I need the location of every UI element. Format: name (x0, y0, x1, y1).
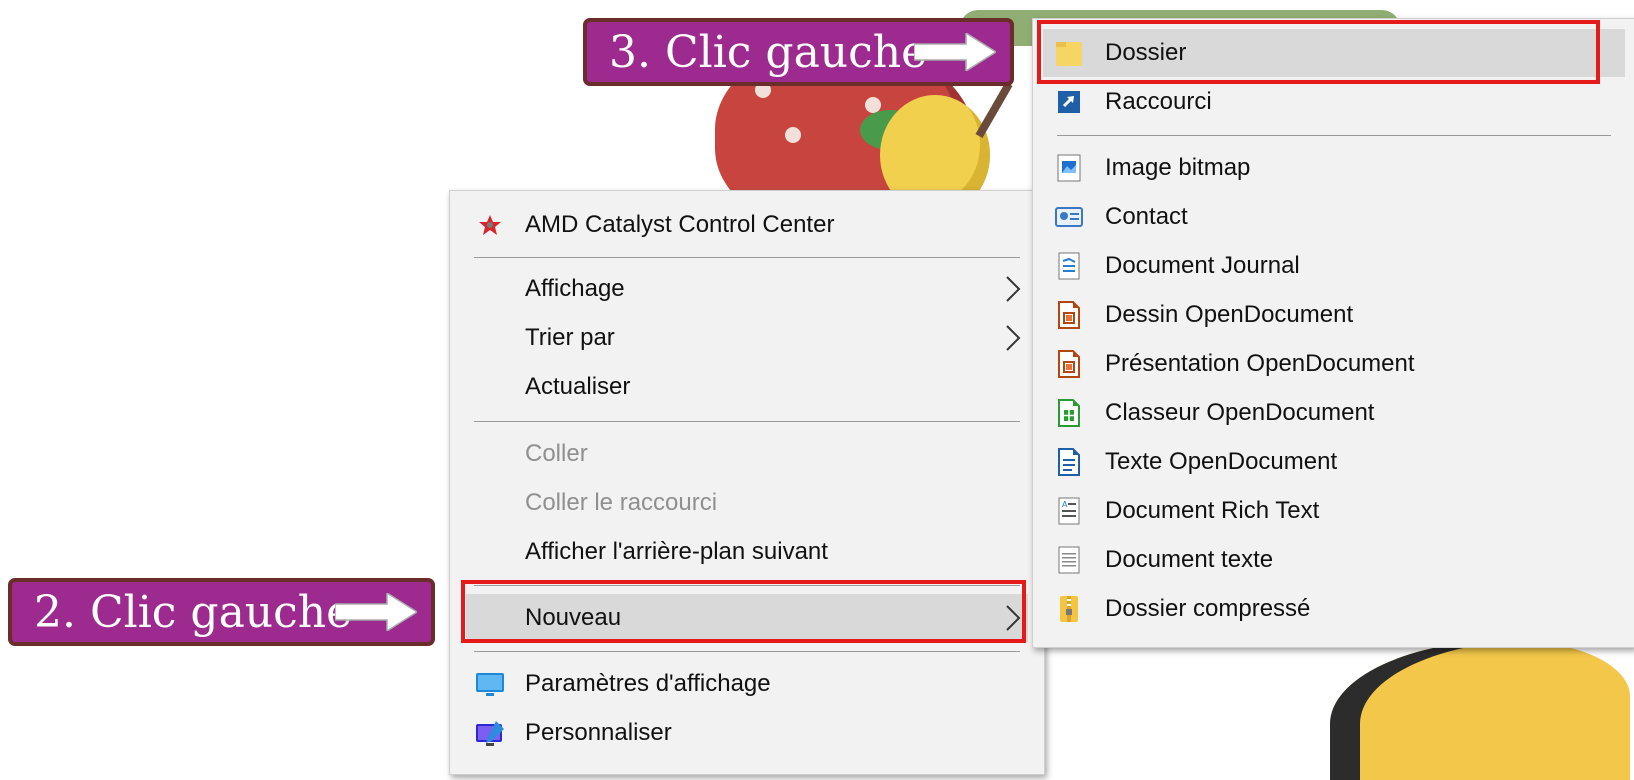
highlight-box-dossier (1037, 20, 1600, 84)
contact-card-icon (1055, 207, 1083, 227)
menu-item-label: Trier par (525, 324, 615, 351)
menu-separator (474, 421, 1020, 422)
submenu-item-document-texte[interactable]: Document texte (1033, 536, 1634, 584)
zip-folder-icon (1060, 596, 1078, 622)
bitmap-image-icon (1057, 154, 1081, 182)
wallpaper-penguin (1330, 640, 1630, 780)
menu-item-label: AMD Catalyst Control Center (525, 211, 835, 238)
menu-item-label: Document Rich Text (1105, 497, 1320, 524)
submenu-item-document-journal[interactable]: Document Journal (1033, 242, 1634, 290)
menu-item-coller: Coller (450, 430, 1044, 478)
callout-step3-label: 3. Clic gauche (609, 26, 928, 78)
highlight-box-nouveau (461, 580, 1026, 643)
menu-item-label: Coller le raccourci (525, 489, 718, 516)
menu-item-parametres-affichage[interactable]: Paramètres d'affichage (450, 660, 1044, 708)
callout-step2-label: 2. Clic gauche (34, 586, 353, 638)
chevron-right-icon (1006, 276, 1021, 302)
personalize-icon (476, 721, 504, 746)
submenu-item-classeur-opendocument[interactable]: Classeur OpenDocument (1033, 389, 1634, 437)
submenu-item-texte-opendocument[interactable]: Texte OpenDocument (1033, 438, 1634, 486)
opendocument-drawing-icon (1058, 301, 1080, 329)
journal-document-icon (1058, 252, 1080, 280)
menu-item-affichage[interactable]: Affichage (450, 265, 1044, 313)
menu-item-label: Dossier compressé (1105, 595, 1311, 622)
arrow-right-icon (914, 33, 996, 71)
menu-item-label: Personnaliser (525, 719, 672, 746)
submenu-item-dessin-opendocument[interactable]: Dessin OpenDocument (1033, 291, 1634, 339)
amd-catalyst-icon (479, 215, 501, 235)
menu-item-label: Document Journal (1105, 252, 1300, 279)
arrow-right-icon (335, 593, 417, 631)
menu-item-trier-par[interactable]: Trier par (450, 314, 1044, 362)
submenu-item-presentation-opendocument[interactable]: Présentation OpenDocument (1033, 340, 1634, 388)
menu-item-label: Dessin OpenDocument (1105, 301, 1354, 328)
menu-item-label: Raccourci (1105, 88, 1212, 115)
opendocument-presentation-icon (1058, 350, 1080, 378)
desktop-context-menu: AMD Catalyst Control Center Affichage Tr… (449, 190, 1045, 775)
menu-separator (1057, 135, 1611, 136)
chevron-right-icon (1006, 325, 1021, 351)
wallpaper-dot (785, 127, 801, 143)
menu-item-amd-catalyst[interactable]: AMD Catalyst Control Center (450, 201, 1044, 249)
menu-separator (474, 651, 1020, 652)
menu-item-label: Texte OpenDocument (1105, 448, 1338, 475)
menu-item-label: Paramètres d'affichage (525, 670, 771, 697)
svg-text:A: A (1062, 500, 1068, 509)
callout-step2: 2. Clic gauche (8, 578, 435, 646)
menu-item-label: Document texte (1105, 546, 1274, 573)
menu-item-label: Coller (525, 440, 588, 467)
opendocument-spreadsheet-icon (1058, 399, 1080, 427)
submenu-item-contact[interactable]: Contact (1033, 193, 1634, 241)
menu-item-actualiser[interactable]: Actualiser (450, 363, 1044, 411)
menu-item-label: Présentation OpenDocument (1105, 350, 1415, 377)
shortcut-icon (1058, 91, 1080, 113)
menu-item-label: Contact (1105, 203, 1188, 230)
menu-separator (474, 257, 1020, 258)
callout-step3: 3. Clic gauche (583, 18, 1014, 86)
display-settings-icon (476, 673, 504, 696)
submenu-item-image-bitmap[interactable]: Image bitmap (1033, 144, 1634, 192)
menu-item-coller-raccourci: Coller le raccourci (450, 479, 1044, 527)
submenu-item-raccourci[interactable]: Raccourci (1033, 78, 1634, 126)
wallpaper-branch (975, 82, 1013, 138)
menu-item-label: Affichage (525, 275, 625, 302)
rich-text-document-icon: A (1058, 497, 1080, 525)
submenu-item-rich-text[interactable]: A Document Rich Text (1033, 487, 1634, 535)
opendocument-text-icon (1058, 448, 1080, 476)
menu-item-personnaliser[interactable]: Personnaliser (450, 709, 1044, 757)
new-submenu: Dossier Raccourci Image bitmap Contact D… (1032, 18, 1634, 648)
menu-item-arriere-plan-suivant[interactable]: Afficher l'arrière-plan suivant (450, 528, 1044, 576)
text-document-icon (1058, 546, 1080, 574)
menu-item-label: Image bitmap (1105, 154, 1251, 181)
menu-item-label: Classeur OpenDocument (1105, 399, 1375, 426)
menu-item-label: Actualiser (525, 373, 631, 400)
menu-item-label: Afficher l'arrière-plan suivant (525, 538, 828, 565)
submenu-item-dossier-compresse[interactable]: Dossier compressé (1033, 585, 1634, 633)
